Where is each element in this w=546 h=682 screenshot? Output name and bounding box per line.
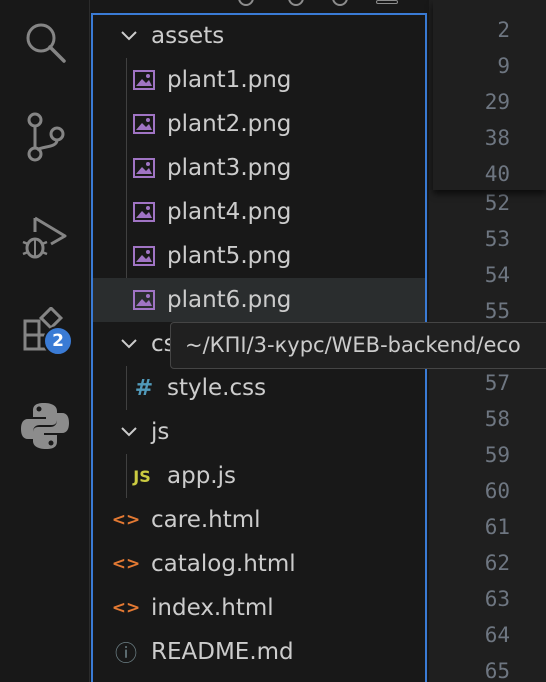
file-label: plant1.png [167, 67, 292, 93]
html-file-icon: <> [111, 598, 141, 618]
run-debug-icon[interactable] [0, 206, 89, 266]
line-number: 61 [484, 515, 510, 539]
image-file-icon [132, 112, 156, 136]
extensions-badge: 2 [43, 326, 73, 356]
file-row-plant4[interactable]: plant4.png [92, 190, 427, 234]
folder-label: js [151, 419, 170, 445]
js-file-icon: JS [133, 466, 151, 486]
line-number: 60 [484, 479, 510, 503]
file-label: plant5.png [167, 243, 292, 269]
tooltip-text: ~/КПІ/3-курс/WEB-backend/eco [185, 333, 521, 357]
css-file-icon: # [134, 375, 154, 401]
file-label: plant2.png [167, 111, 292, 137]
chevron-down-icon [121, 339, 137, 349]
line-number: 57 [484, 371, 510, 395]
sticky-scroll-panel[interactable]: 2 9 29 38 40 [433, 0, 546, 190]
line-number: 64 [484, 623, 510, 647]
sticky-line-number: 9 [497, 54, 510, 78]
extensions-icon[interactable]: 2 [0, 300, 89, 360]
file-label: catalog.html [151, 551, 296, 577]
file-row-plant5[interactable]: plant5.png [92, 234, 427, 278]
path-tooltip: ~/КПІ/3-курс/WEB-backend/eco [170, 322, 546, 369]
explorer-toolbar [92, 0, 428, 12]
file-row-care-html[interactable]: <> care.html [92, 498, 427, 542]
line-number: 62 [484, 551, 510, 575]
folder-row-assets[interactable]: assets [92, 14, 427, 58]
line-number: 58 [484, 407, 510, 431]
file-row-plant3[interactable]: plant3.png [92, 146, 427, 190]
new-folder-icon[interactable] [288, 0, 304, 6]
line-number: 54 [484, 263, 510, 287]
line-number: 59 [484, 443, 510, 467]
file-row-plant2[interactable]: plant2.png [92, 102, 427, 146]
file-row-plant6[interactable]: plant6.png [92, 278, 427, 322]
line-number: 63 [484, 587, 510, 611]
file-label: plant4.png [167, 199, 292, 225]
file-label: style.css [167, 375, 267, 401]
file-row-readme-md[interactable]: ⓘ README.md [92, 630, 427, 674]
html-file-icon: <> [111, 554, 141, 574]
image-file-icon [132, 156, 156, 180]
html-file-icon: <> [111, 510, 141, 530]
file-label: index.html [151, 595, 274, 621]
image-file-icon [132, 244, 156, 268]
file-row-index-html[interactable]: <> index.html [92, 586, 427, 630]
chevron-down-icon [121, 427, 137, 437]
image-file-icon [132, 288, 156, 312]
folder-row-js[interactable]: js [92, 410, 427, 454]
folder-label: assets [151, 23, 225, 49]
search-icon[interactable] [0, 12, 89, 72]
collapse-icon[interactable] [376, 0, 398, 4]
activity-bar: 2 [0, 0, 89, 682]
new-file-icon[interactable] [238, 0, 254, 6]
file-row-plant1[interactable]: plant1.png [92, 58, 427, 102]
python-icon[interactable] [0, 396, 89, 456]
line-number: 53 [484, 227, 510, 251]
sticky-line-number: 2 [497, 18, 510, 42]
chevron-down-icon [121, 31, 137, 41]
file-row-style-css[interactable]: # style.css [92, 366, 427, 410]
file-label: app.js [167, 463, 236, 489]
line-number: 65 [484, 659, 510, 682]
image-file-icon [132, 200, 156, 224]
info-file-icon: ⓘ [114, 642, 137, 667]
image-file-icon [132, 68, 156, 92]
file-row-catalog-html[interactable]: <> catalog.html [92, 542, 427, 586]
sticky-line-number: 29 [484, 90, 510, 114]
file-label: README.md [151, 639, 294, 665]
line-number: 55 [484, 299, 510, 323]
file-label: plant6.png [167, 287, 292, 313]
source-control-icon[interactable] [0, 107, 89, 167]
sticky-line-number: 40 [484, 162, 510, 186]
sticky-line-number: 38 [484, 126, 510, 150]
file-label: plant3.png [167, 155, 292, 181]
file-label: care.html [151, 507, 261, 533]
line-number: 52 [484, 191, 510, 215]
vscode-window: 2 assets plant1.png plant2.png plant3.pn… [0, 0, 546, 682]
file-row-app-js[interactable]: JS app.js [92, 454, 427, 498]
refresh-icon[interactable] [332, 0, 348, 6]
